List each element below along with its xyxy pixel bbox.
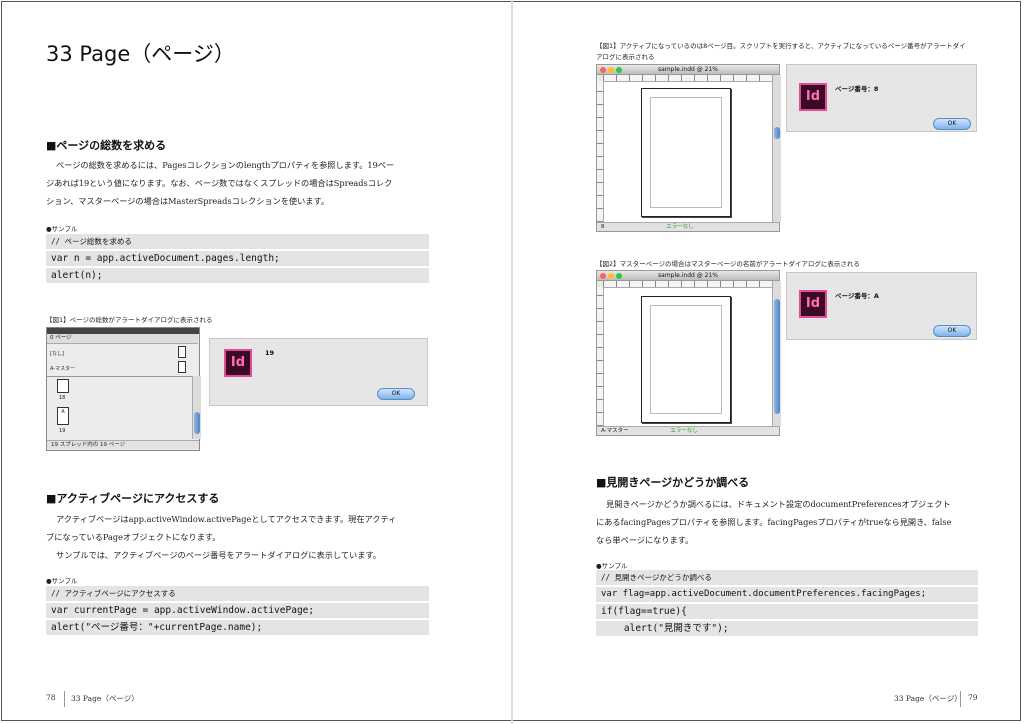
code-line: if(flag==true){: [596, 604, 978, 619]
code-line: alert(n);: [46, 268, 429, 283]
panel-tab-pages[interactable]: 0 ページ: [47, 334, 198, 344]
ok-button[interactable]: OK: [933, 118, 971, 130]
alert-dialog: Id ページ番号：8 OK: [786, 64, 977, 132]
window-title: sample.indd @ 21%: [658, 66, 718, 73]
page-number: 19: [59, 428, 66, 434]
page-thumbnail-active[interactable]: A: [57, 407, 69, 425]
window-statusbar: A-マスター エラーなし: [597, 426, 779, 435]
dialog-message: ページ番号：A: [835, 292, 879, 300]
indesign-app-icon: Id: [224, 349, 252, 377]
code-line: alert("ページ番号："+currentPage.name);: [46, 620, 429, 635]
section-heading-facing-pages: ■見開きページかどうか調べる: [596, 476, 750, 489]
panel-status-text: 19 スプレッド内の 19 ページ: [51, 442, 126, 448]
preflight-status: エラーなし: [666, 224, 694, 230]
sample-label: ●サンプル: [46, 577, 78, 585]
section-heading-active-page: ■アクティブページにアクセスする: [46, 492, 220, 505]
section-heading-page-count: ■ページの総数を求める: [46, 139, 167, 152]
document-page: [641, 88, 731, 217]
close-icon[interactable]: [600, 66, 606, 73]
window-scrollbar[interactable]: [772, 281, 781, 426]
page-selector[interactable]: 8: [601, 224, 605, 230]
close-icon[interactable]: [600, 272, 606, 279]
footer-page-number: 79: [968, 693, 978, 702]
spread-gutter: [511, 0, 513, 724]
scrollbar-thumb[interactable]: [194, 412, 200, 434]
horizontal-ruler: [603, 75, 773, 82]
paragraph-page-count: ページの総数を求めるには、Pagesコレクションのlengthプロパティを参照し…: [46, 160, 395, 206]
code-line: var currentPage = app.activeWindow.activ…: [46, 603, 429, 618]
panel-divider: [47, 376, 193, 377]
pages-panel: 0 ページ [なし] A-マスター 18 A 19 19 スプレッド内の 19 …: [46, 327, 201, 451]
code-line: alert("見開きです");: [596, 621, 978, 636]
page-margin: [650, 97, 722, 208]
ok-button[interactable]: OK: [933, 325, 971, 337]
ok-button[interactable]: OK: [377, 388, 415, 400]
document-canvas[interactable]: [604, 288, 772, 426]
scrollbar-thumb[interactable]: [774, 299, 780, 414]
horizontal-ruler: [603, 281, 773, 288]
window-title: sample.indd @ 21%: [658, 272, 718, 279]
document-window: sample.indd @ 21% A-マスター エラーなし: [596, 270, 781, 436]
dialog-message: ページ番号：8: [835, 85, 879, 93]
footer-separator: [64, 691, 65, 707]
vertical-ruler: [597, 287, 604, 426]
figure-caption: 【図1】アクティブになっているのは8ページ目。スクリプトを実行すると、アクティブ…: [596, 42, 966, 61]
page-number: 18: [59, 395, 66, 401]
page-selector[interactable]: A-マスター: [601, 428, 629, 434]
document-window: sample.indd @ 21% 8 エラーなし: [596, 64, 781, 232]
figure-caption: 【図2】マスターページの場合はマスターページの名前がアラートダイアログに表示され…: [596, 260, 860, 268]
paragraph-active-page: アクティブページはapp.activeWindow.activePageとしてア…: [46, 514, 397, 560]
scrollbar-thumb[interactable]: [774, 127, 780, 139]
alert-dialog: Id 19 OK: [209, 338, 428, 406]
sample-label: ●サンプル: [596, 562, 628, 570]
minimize-icon[interactable]: [608, 272, 614, 279]
window-scrollbar[interactable]: [772, 75, 781, 222]
paragraph-facing-pages: 見開きページかどうか調べるには、ドキュメント設定のdocumentPrefere…: [596, 499, 952, 545]
page-thumbnail[interactable]: [178, 361, 186, 373]
window-statusbar: 8 エラーなし: [597, 222, 779, 231]
footer-separator: [960, 691, 961, 707]
indesign-app-icon: Id: [799, 290, 827, 318]
preflight-status: エラーなし: [670, 428, 698, 434]
footer-page-number: 78: [46, 693, 56, 702]
alert-dialog: Id ページ番号：A OK: [786, 272, 977, 340]
code-line: // 見開きページかどうか調べる: [596, 570, 978, 585]
panel-row-master[interactable]: A-マスター: [50, 365, 75, 372]
page-title: 33 Page（ページ）: [46, 42, 235, 66]
sample-label: ●サンプル: [46, 225, 78, 233]
code-line: var flag=app.activeDocument.documentPref…: [596, 587, 978, 602]
indesign-app-icon: Id: [799, 83, 827, 111]
page-margin: [650, 305, 722, 414]
code-line: // ページ総数を求める: [46, 234, 429, 249]
dialog-message: 19: [265, 349, 275, 357]
code-line: // アクティブページにアクセスする: [46, 586, 429, 601]
code-line: var n = app.activeDocument.pages.length;: [46, 251, 429, 266]
page-thumbnail[interactable]: [57, 379, 69, 393]
vertical-ruler: [597, 81, 604, 222]
window-titlebar: sample.indd @ 21%: [597, 271, 779, 281]
panel-row-none[interactable]: [なし]: [50, 350, 64, 357]
footer-running-title: 33 Page（ページ）: [894, 694, 962, 703]
document-canvas[interactable]: [604, 82, 772, 222]
minimize-icon[interactable]: [608, 66, 614, 73]
page-thumbnail[interactable]: [178, 346, 186, 358]
panel-statusbar: 19 スプレッド内の 19 ページ: [47, 440, 199, 449]
figure-caption: 【図1】ページの総数がアラートダイアログに表示される: [46, 316, 213, 324]
zoom-icon[interactable]: [616, 66, 622, 73]
zoom-icon[interactable]: [616, 272, 622, 279]
panel-scrollbar[interactable]: [192, 376, 201, 439]
master-page: [641, 296, 731, 423]
window-titlebar: sample.indd @ 21%: [597, 65, 779, 75]
footer-running-title: 33 Page（ページ）: [71, 694, 139, 703]
